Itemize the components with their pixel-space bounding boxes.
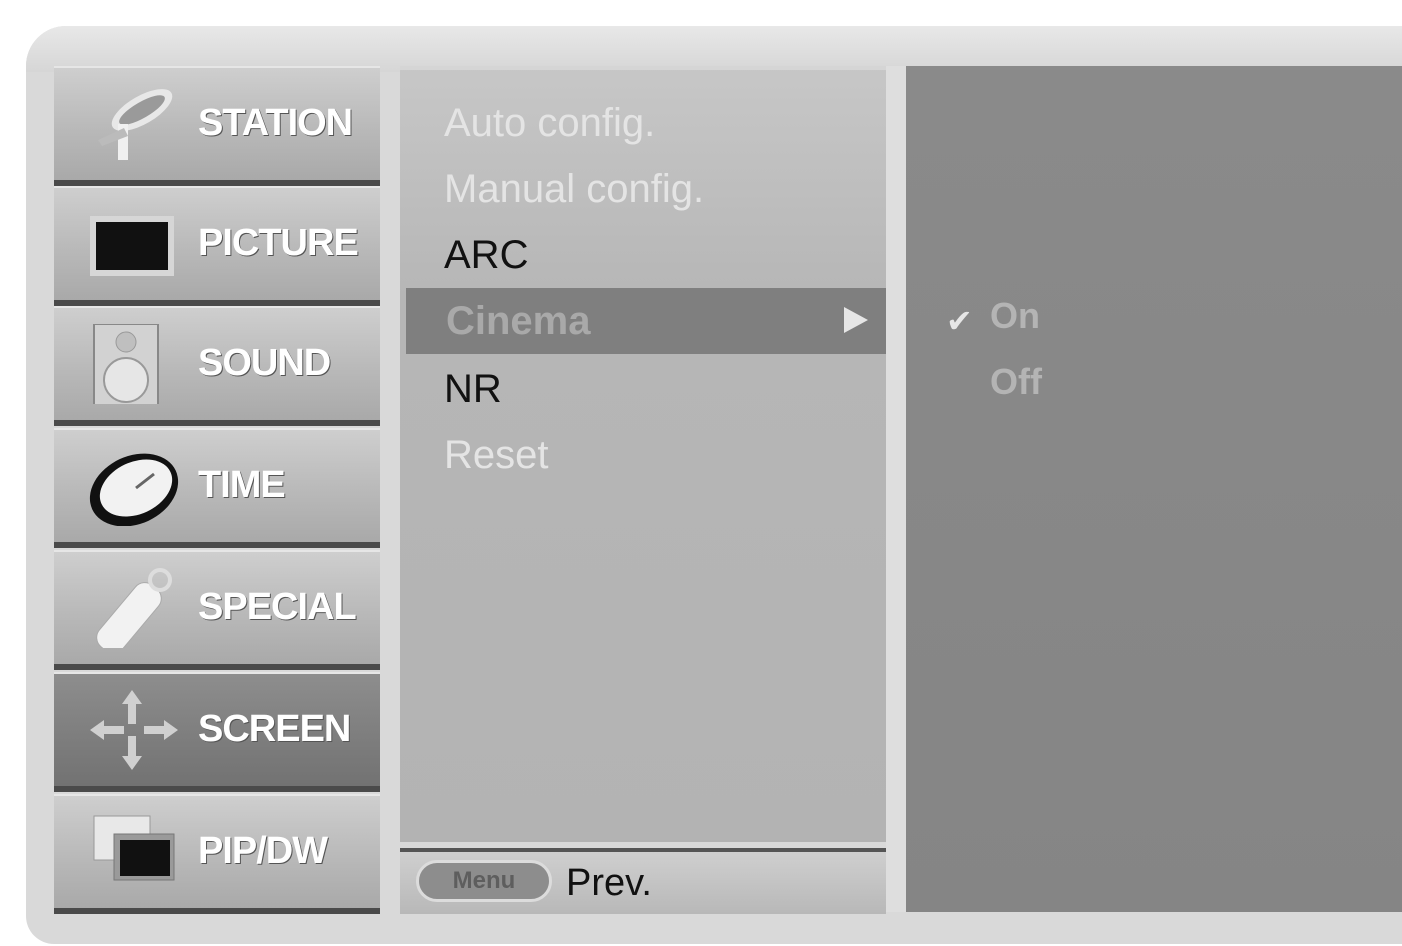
- sidebar-item-label: STATION: [198, 102, 353, 144]
- sidebar-item-screen[interactable]: SCREEN: [54, 672, 380, 792]
- submenu-arrow-icon: [844, 307, 868, 333]
- prev-label: Prev.: [566, 862, 652, 904]
- sidebar-item-label: PICTURE: [198, 222, 359, 264]
- panel-divider: [886, 66, 906, 912]
- menu-button[interactable]: Menu: [416, 860, 552, 902]
- sidebar-item-label: PIP/DW: [198, 830, 328, 872]
- move-arrows-icon: [84, 690, 184, 770]
- check-mark-icon: ✔: [946, 303, 973, 339]
- option-off[interactable]: Off: [990, 352, 1042, 412]
- sidebar-item-time[interactable]: TIME: [54, 428, 380, 548]
- satellite-dish-icon: [84, 84, 184, 164]
- pip-windows-icon: [84, 812, 184, 892]
- menu-item-reset[interactable]: Reset: [400, 422, 886, 488]
- speaker-icon: [84, 323, 184, 415]
- options-panel: ✔ On Off: [906, 66, 1402, 912]
- menu-item-label: Cinema: [446, 299, 591, 343]
- menu-item-auto-config[interactable]: Auto config.: [400, 90, 886, 156]
- menu-item-nr[interactable]: NR: [400, 356, 886, 422]
- submenu-footer: Menu Prev.: [400, 848, 886, 914]
- sidebar-item-label: TIME: [198, 464, 286, 506]
- sidebar-item-label: SPECIAL: [198, 586, 357, 628]
- menu-item-manual-config[interactable]: Manual config.: [400, 156, 886, 222]
- screen-submenu: Auto config. Manual config. ARC Cinema N…: [400, 66, 886, 842]
- remote-control-icon: [84, 568, 184, 654]
- sidebar-item-station[interactable]: STATION: [54, 66, 380, 186]
- clock-icon: [84, 446, 184, 527]
- sidebar-item-picture[interactable]: PICTURE: [54, 186, 380, 306]
- sidebar-item-pip-dw[interactable]: PIP/DW: [54, 794, 380, 914]
- menu-item-arc[interactable]: ARC: [400, 222, 886, 288]
- sidebar-item-label: SOUND: [198, 342, 331, 384]
- option-on[interactable]: On: [990, 286, 1040, 346]
- tv-screen-icon: [84, 204, 184, 284]
- sidebar-item-label: SCREEN: [198, 708, 351, 750]
- sidebar-item-special[interactable]: SPECIAL: [54, 550, 380, 670]
- menu-item-cinema[interactable]: Cinema: [406, 288, 886, 354]
- sidebar-item-sound[interactable]: SOUND: [54, 306, 380, 426]
